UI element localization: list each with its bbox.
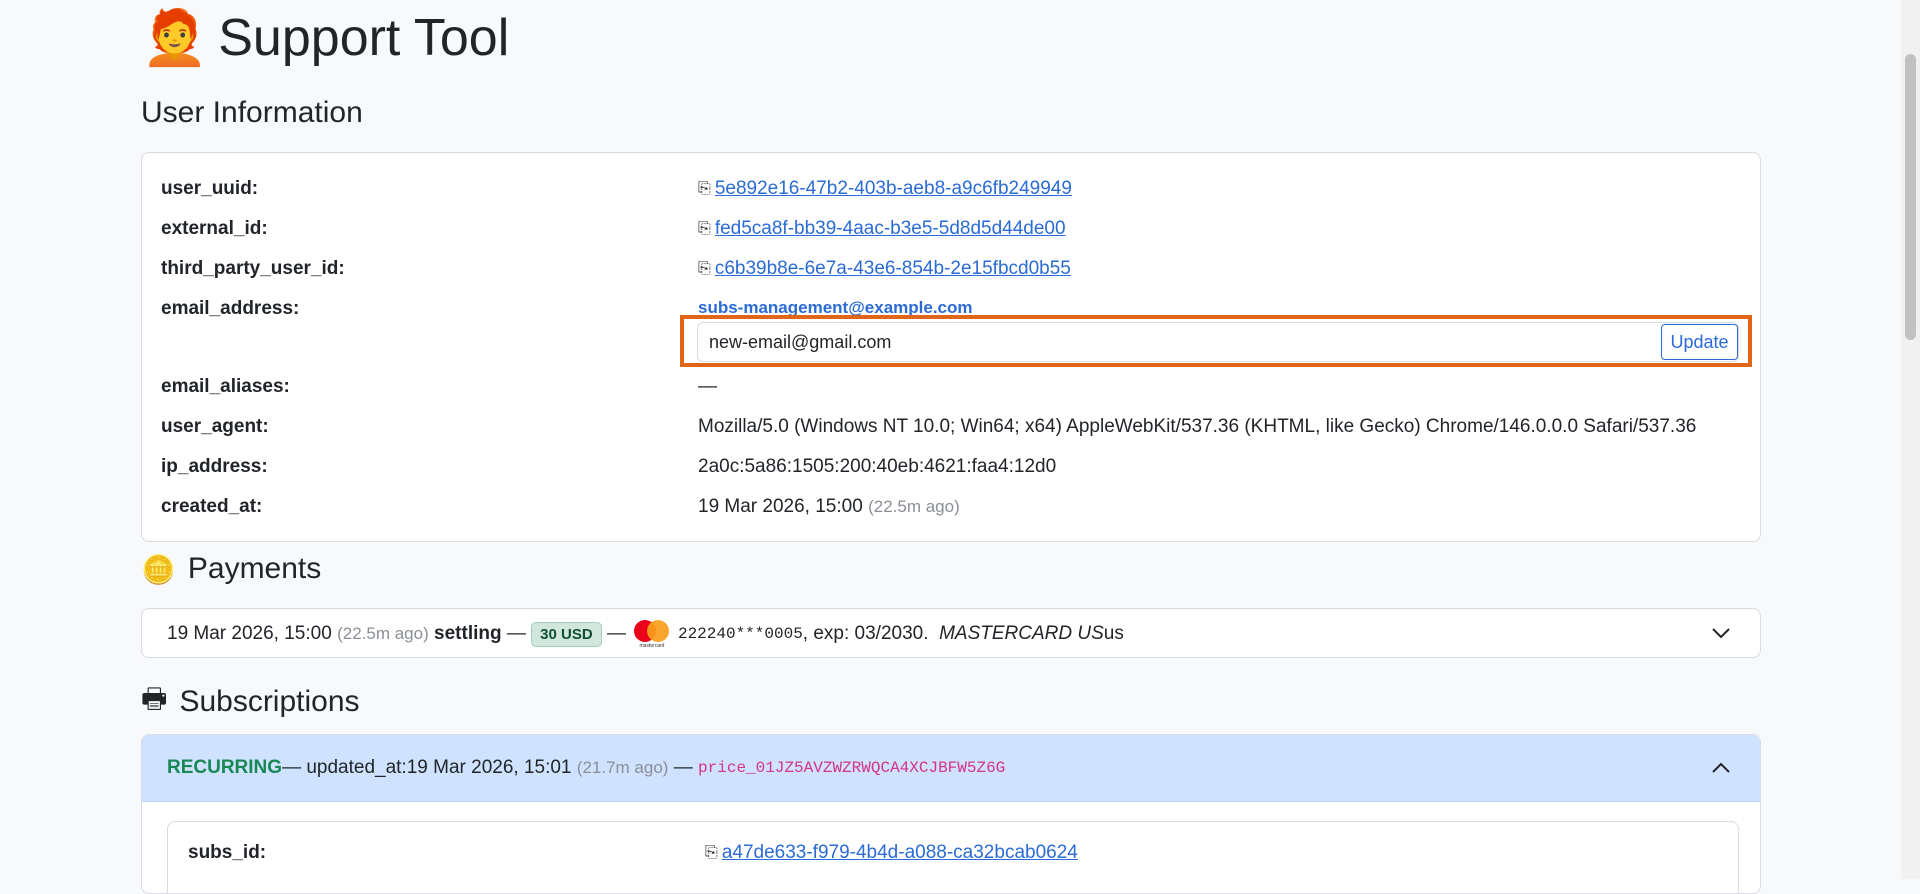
copy-icon[interactable]: ⎘ [698,180,711,198]
subscriptions-heading: 🖶 Subscriptions [141,678,360,726]
copy-icon[interactable]: ⎘ [705,844,718,862]
payment-status: settling [434,623,502,644]
page-title: Support Tool [218,9,510,67]
subscription-card: RECURRING — updated_at: 19 Mar 2026, 15:… [141,734,1761,894]
row-user-agent: user_agent: Mozilla/5.0 (Windows NT 10.0… [161,412,1741,442]
chevron-up-icon[interactable] [1711,758,1731,778]
app-title: 🧑‍🦰 Support Tool [141,8,509,68]
card-number: 222240***0005 [677,625,803,643]
printer-icon: 🖶 [141,682,168,715]
updated-value: 19 Mar 2026, 15:01 [406,757,572,778]
row-user-uuid: user_uuid: ⎘ 5e892e16-47b2-403b-aeb8-a9c… [161,174,1741,204]
field-label: third_party_user_id: [161,258,345,279]
field-label: email_address: [161,298,300,319]
updated-ago: (21.7m ago) [576,758,669,777]
amount-badge: 30 USD [531,621,602,647]
user-info-heading: User Information [141,96,363,129]
updated-label: — updated_at: [282,757,407,778]
subs-id-link[interactable]: a47de633-f979-4b4d-a088-ca32bcab0624 [722,842,1078,864]
row-third-party-id: third_party_user_id: ⎘ c6b39b8e-6e7a-43e… [161,254,1741,284]
separator: — [673,757,693,778]
created-at-ago: (22.5m ago) [868,497,960,516]
row-external-id: external_id: ⎘ fed5ca8f-bb39-4aac-b3e5-5… [161,214,1741,244]
new-email-input[interactable] [697,322,1739,362]
separator: — [606,623,626,644]
field-label: subs_id: [188,842,267,863]
field-label: user_agent: [161,416,269,437]
subscription-type: RECURRING [167,757,283,778]
row-subs-id: subs_id: [188,838,266,868]
card-country: us [1103,623,1124,644]
card-exp: , exp: 03/2030. [802,623,929,644]
row-email-aliases: email_aliases: — [161,372,1741,402]
payment-row[interactable]: 19 Mar 2026, 15:00 (22.5m ago) settling … [141,608,1761,658]
row-ip-address: ip_address: 2a0c:5a86:1505:200:40eb:4621… [161,452,1741,482]
ip-address-value: 2a0c:5a86:1505:200:40eb:4621:faa4:12d0 [698,456,1057,477]
field-label: ip_address: [161,456,268,477]
field-label: email_aliases: [161,376,290,397]
payments-heading: 🪙 Payments [141,552,322,586]
chevron-down-icon[interactable] [1711,623,1731,643]
external-id-link[interactable]: fed5ca8f-bb39-4aac-b3e5-5d8d5d44de00 [715,218,1066,240]
price-id: price_01JZ5AVZWZRWQCA4XCJBFW5Z6G [698,759,1006,777]
copy-icon[interactable]: ⎘ [698,260,711,278]
scrollbar-thumb[interactable] [1905,54,1916,340]
field-label: external_id: [161,218,268,239]
money-hand-icon: 🪙 [141,552,176,586]
payment-ago: (22.5m ago) [337,624,429,643]
user-agent-value: Mozilla/5.0 (Windows NT 10.0; Win64; x64… [698,416,1697,437]
subscription-details: subs_id: ⎘ a47de633-f979-4b4d-a088-ca32b… [167,821,1739,893]
payment-date: 19 Mar 2026, 15:00 [167,623,332,644]
created-at-value: 19 Mar 2026, 15:00 [698,496,863,517]
update-email-button[interactable]: Update [1661,324,1738,360]
field-label: user_uuid: [161,178,259,199]
mastercard-icon: mastercard [632,618,672,650]
separator: — [506,623,526,644]
card-issuer: MASTERCARD US [939,623,1104,644]
user-uuid-link[interactable]: 5e892e16-47b2-403b-aeb8-a9c6fb249949 [715,178,1072,200]
subscription-header[interactable]: RECURRING — updated_at: 19 Mar 2026, 15:… [142,735,1760,802]
copy-icon[interactable]: ⎘ [698,220,711,238]
third-party-id-link[interactable]: c6b39b8e-6e7a-43e6-854b-2e15fbcd0b55 [715,258,1071,280]
row-created-at: created_at: 19 Mar 2026, 15:00 (22.5m ag… [161,492,1741,522]
support-agent-icon: 🧑‍🦰 [141,6,209,69]
email-aliases-value: — [698,376,717,397]
field-label: created_at: [161,496,263,517]
